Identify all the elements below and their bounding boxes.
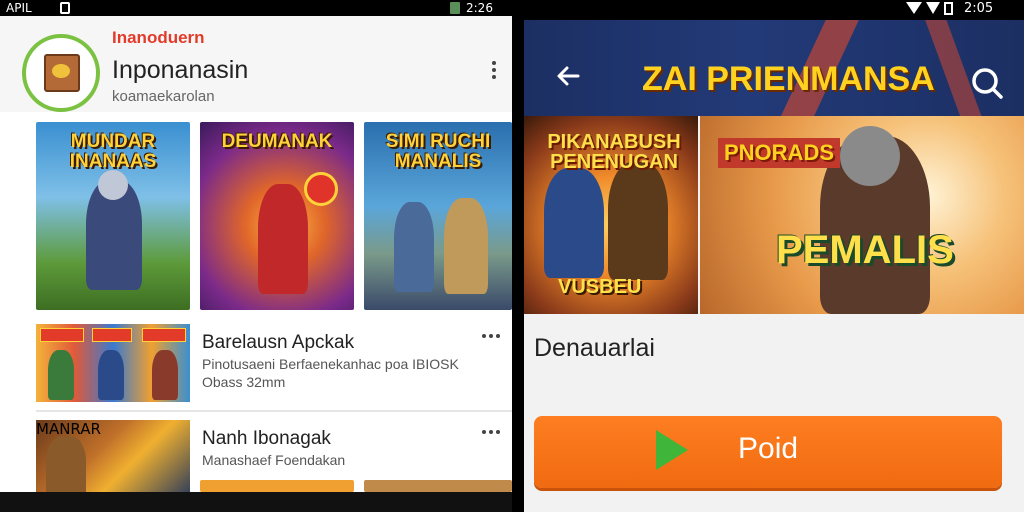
status-carrier: APIL <box>6 1 32 15</box>
list-item-description: Pinotusaeni Berfaenekanhac poa IBIOSK <box>202 356 459 372</box>
divider <box>36 410 512 412</box>
play-icon <box>654 428 690 472</box>
list-item-title: Barelausn Apckak <box>202 332 355 353</box>
wifi-icon <box>926 2 940 14</box>
list-item-peek <box>200 480 354 492</box>
search-icon[interactable] <box>970 66 1004 100</box>
more-horiz-icon[interactable] <box>482 430 504 438</box>
play-button-label: Poid <box>738 432 799 465</box>
more-horiz-icon[interactable] <box>482 334 504 342</box>
featured-tile[interactable]: MUNDAR INANAAS <box>36 122 190 310</box>
status-bar: APIL 2:26 <box>0 0 512 16</box>
game-banner: ZAI PRIENMANSA <box>524 20 1024 116</box>
screenshot-caption: VUSBEU <box>558 276 642 298</box>
screenshot-card[interactable]: PIKANABUSH PENENUGAN VUSBEU <box>524 116 698 314</box>
list-item-description: Manashaef Foendakan <box>202 452 346 468</box>
left-screen: APIL 2:26 Inanoduern Inponanasin koamaek… <box>0 0 512 512</box>
notification-icon <box>60 2 70 14</box>
status-time: 2:05 <box>964 1 994 16</box>
list-item-thumbnail: MANRAR <box>36 420 190 498</box>
section-title: Denauarlai <box>534 334 655 362</box>
list-item-size: Obass 32mm <box>202 374 286 390</box>
signal-icon <box>906 2 922 14</box>
list-item-peek <box>364 480 512 492</box>
screenshot-card[interactable]: PNORADS PEMALIS <box>700 116 1024 314</box>
list-item-thumbnail-title: MANRAR <box>36 420 101 438</box>
app-header: Inanoduern Inponanasin koamaekarolan <box>0 16 512 112</box>
app-title: Inponanasin <box>112 56 249 84</box>
featured-tile[interactable]: DEUMANAK <box>200 122 354 310</box>
status-bar: 2:05 <box>524 0 1024 20</box>
list-item-title: Nanh Ibonagak <box>202 428 331 449</box>
battery-icon <box>944 2 953 15</box>
status-time: 2:26 <box>466 1 493 15</box>
list-item[interactable]: Barelausn Apckak Pinotusaeni Berfaenekan… <box>36 324 512 404</box>
screenshot-label: PIKANABUSH PENENUGAN <box>547 131 681 173</box>
featured-tile-title: DEUMANAK <box>221 131 333 152</box>
battery-icon <box>450 2 460 14</box>
featured-tile-title: SIMI RUCHI MANALIS <box>385 131 491 172</box>
featured-tile[interactable]: SIMI RUCHI MANALIS <box>364 122 512 310</box>
app-subtitle: koamaekarolan <box>112 88 215 105</box>
device-gap <box>512 0 524 512</box>
play-button[interactable]: Poid <box>534 416 1002 488</box>
more-vert-icon[interactable] <box>486 58 502 84</box>
book-icon[interactable] <box>22 34 100 112</box>
brand-label: Inanoduern <box>112 28 205 47</box>
featured-tile-title: MUNDAR INANAAS <box>69 131 157 172</box>
back-arrow-icon[interactable] <box>554 62 582 90</box>
list-item-thumbnail <box>36 324 190 402</box>
banner-title: ZAI PRIENMANSA <box>642 60 935 98</box>
screenshot-title: PEMALIS <box>776 228 954 272</box>
screenshot-label: PNORADS <box>718 138 841 168</box>
navigation-bar <box>0 492 512 512</box>
